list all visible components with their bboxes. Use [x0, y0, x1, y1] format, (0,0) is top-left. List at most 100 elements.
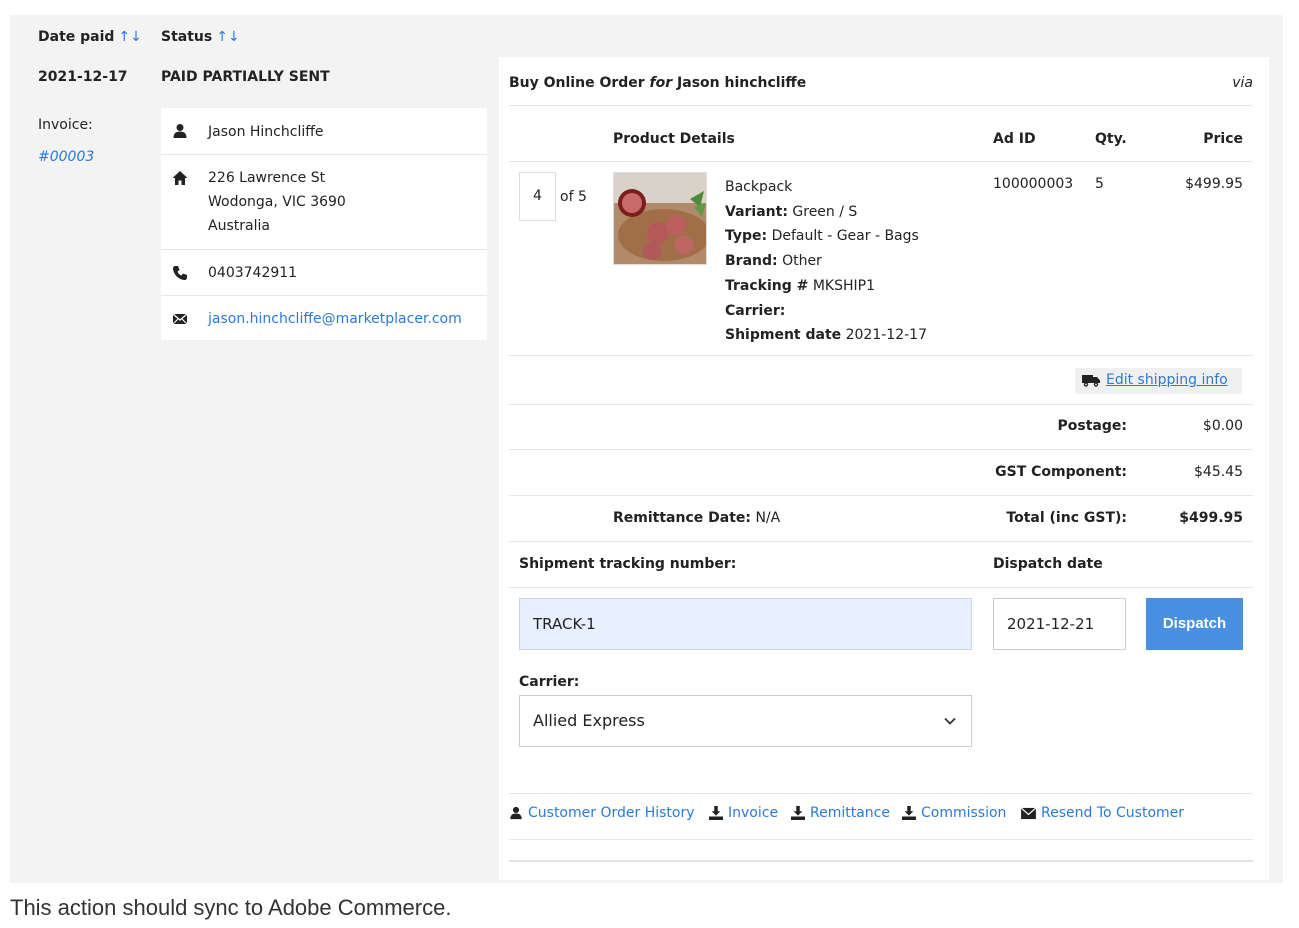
postage-value: $0.00	[1202, 418, 1243, 434]
sort-arrows-icon[interactable]: ↑↓	[118, 29, 141, 45]
download-icon	[709, 806, 723, 820]
chevron-down-icon	[944, 717, 956, 725]
quantity-input[interactable]: 4	[519, 172, 556, 221]
item-qty: 5	[1095, 176, 1104, 192]
column-header-status-label: Status	[161, 29, 213, 45]
order-title: Buy Online Order for Jason hinchcliffe	[509, 75, 806, 91]
carrier-select[interactable]: Allied Express	[519, 695, 972, 747]
date-paid-value: 2021-12-17	[38, 69, 128, 85]
invoice-link[interactable]: #00003	[38, 149, 94, 165]
status-value: PAID PARTIALLY SENT	[161, 69, 330, 85]
product-name: Backpack	[725, 179, 793, 195]
customer-address: 226 Lawrence St Wodonga, VIC 3690 Austra…	[208, 166, 346, 238]
carrier-label: Carrier:	[725, 302, 786, 319]
order-title-for: for	[649, 75, 673, 91]
carrier-select-label: Carrier:	[519, 674, 580, 690]
order-card: Buy Online Order for Jason hinchcliffe v…	[499, 57, 1269, 880]
shipment-date-label: Shipment date	[725, 327, 842, 344]
edit-shipping-link[interactable]: Edit shipping info	[1106, 372, 1228, 388]
invoice-label: Invoice:	[38, 117, 93, 133]
column-header-date-paid[interactable]: Date paid ↑↓	[38, 29, 142, 45]
divider	[509, 161, 1253, 162]
divider	[509, 449, 1253, 450]
type-value: Default - Gear - Bags	[771, 228, 919, 245]
customer-email-link[interactable]: jason.hinchcliffe@marketplacer.com	[208, 307, 462, 331]
divider	[509, 495, 1253, 496]
total-label: Total (inc GST):	[1006, 510, 1127, 526]
address-line: Wodonga, VIC 3690	[208, 194, 346, 210]
tracking-number-label: Shipment tracking number:	[519, 556, 737, 572]
customer-name: Jason Hinchcliffe	[208, 124, 324, 140]
divider	[509, 839, 1253, 840]
total-value: $499.95	[1179, 510, 1243, 526]
tracking-value: MKSHIP1	[812, 277, 875, 294]
phone-icon	[173, 266, 187, 280]
col-product-details: Product Details	[613, 131, 735, 147]
download-icon	[791, 806, 805, 820]
variant-value: Green / S	[792, 203, 858, 220]
sort-arrows-icon[interactable]: ↑↓	[216, 29, 239, 45]
shipment-date-value: 2021-12-17	[845, 327, 927, 344]
divider	[509, 587, 1253, 588]
col-ad-id: Ad ID	[993, 131, 1036, 147]
resend-to-customer-link[interactable]: Resend To Customer	[1021, 805, 1184, 821]
order-title-name: Jason hinchcliffe	[677, 75, 807, 91]
variant-label: Variant:	[725, 203, 788, 220]
divider	[509, 541, 1253, 542]
brand-label: Brand:	[725, 253, 778, 270]
item-price: $499.95	[1185, 176, 1243, 192]
customer-phone-row: 0403742911	[161, 250, 487, 296]
dispatch-button[interactable]: Dispatch	[1146, 598, 1243, 650]
commission-download-label: Commission	[921, 805, 1007, 821]
remittance-download-label: Remittance	[810, 805, 890, 821]
user-icon	[173, 124, 187, 138]
remittance-download-link[interactable]: Remittance	[791, 805, 890, 821]
carrier-select-value: Allied Express	[533, 711, 645, 730]
commission-download-link[interactable]: Commission	[902, 805, 1006, 821]
envelope-icon	[1021, 806, 1036, 819]
address-line: 226 Lawrence St	[208, 170, 326, 186]
user-icon	[510, 806, 522, 820]
tracking-number-input[interactable]: TRACK-1	[519, 598, 972, 650]
dispatch-date-label: Dispatch date	[993, 556, 1103, 572]
col-price: Price	[1203, 131, 1243, 147]
column-header-status[interactable]: Status ↑↓	[161, 29, 240, 45]
customer-card: Jason Hinchcliffe 226 Lawrence St Wodong…	[161, 108, 487, 340]
order-title-prefix: Buy Online Order	[509, 75, 645, 91]
type-label: Type:	[725, 228, 768, 245]
customer-order-history-link[interactable]: Customer Order History	[509, 805, 695, 821]
column-header-date-paid-label: Date paid	[38, 29, 115, 45]
remittance-date: Remittance Date: N/A	[613, 510, 780, 526]
item-ad-id: 100000003	[993, 176, 1074, 192]
tracking-label: Tracking #	[725, 277, 809, 294]
customer-order-history-label: Customer Order History	[528, 805, 695, 821]
gst-label: GST Component:	[995, 464, 1127, 480]
customer-email-row: jason.hinchcliffe@marketplacer.com	[161, 296, 487, 340]
product-thumbnail[interactable]	[613, 172, 707, 265]
customer-name-row: Jason Hinchcliffe	[161, 108, 487, 155]
brand-value: Other	[782, 253, 822, 270]
dispatch-date-input[interactable]: 2021-12-21	[993, 598, 1126, 650]
truck-icon	[1082, 375, 1100, 387]
divider	[509, 404, 1253, 405]
product-details: Backpack Variant: Green / S Type: Defaul…	[725, 175, 927, 348]
remittance-label: Remittance Date:	[613, 510, 751, 526]
divider	[509, 355, 1253, 356]
edit-shipping-button[interactable]: Edit shipping info	[1075, 368, 1242, 394]
invoice-download-label: Invoice	[728, 805, 779, 821]
invoice-download-link[interactable]: Invoice	[709, 805, 778, 821]
divider	[509, 793, 1253, 794]
divider	[509, 860, 1253, 862]
customer-address-row: 226 Lawrence St Wodonga, VIC 3690 Austra…	[161, 155, 487, 250]
footer-note: This action should sync to Adobe Commerc…	[10, 895, 452, 920]
envelope-icon	[172, 313, 188, 325]
resend-to-customer-label: Resend To Customer	[1041, 805, 1185, 821]
product-image	[614, 173, 706, 264]
download-icon	[902, 806, 916, 820]
postage-label: Postage:	[1057, 418, 1127, 434]
customer-phone: 0403742911	[208, 265, 298, 281]
remittance-value: N/A	[755, 510, 781, 526]
col-qty: Qty.	[1095, 131, 1127, 147]
home-icon	[172, 171, 188, 185]
gst-value: $45.45	[1194, 464, 1243, 480]
